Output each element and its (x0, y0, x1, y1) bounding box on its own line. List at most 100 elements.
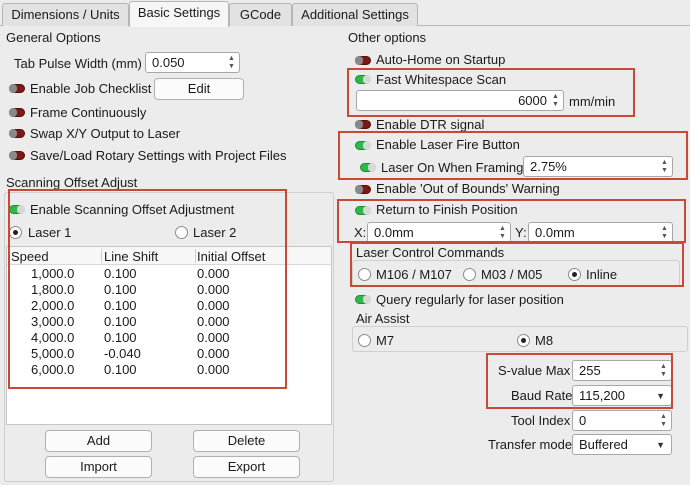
auto-home-label: Auto-Home on Startup (376, 52, 506, 67)
whitespace-speed-value: 6000 (518, 93, 547, 108)
swap-xy-toggle[interactable] (9, 129, 25, 138)
transfer-mode-value: Buffered (579, 437, 628, 452)
tool-index-label: Tool Index (511, 413, 571, 428)
return-finish-toggle[interactable] (355, 206, 371, 215)
tab-pulse-value: 0.050 (152, 55, 185, 70)
y-position-spinner[interactable]: ▲ ▼ (659, 223, 671, 242)
y-label: Y: (515, 225, 527, 240)
x-position-value: 0.0mm (374, 225, 414, 240)
baud-rate-select[interactable]: 115,200 ▼ (572, 385, 672, 406)
tab-dimensions-units[interactable]: Dimensions / Units (2, 3, 129, 27)
tool-index-input[interactable]: 0 ▲ ▼ (572, 410, 672, 431)
laser-on-framing-toggle[interactable] (360, 163, 376, 172)
column-header-line-shift[interactable]: Line Shift (104, 249, 158, 264)
laser-on-framing-value: 2.75% (530, 159, 567, 174)
query-position-toggle[interactable] (355, 295, 371, 304)
speed-cell: 2,000.0 (31, 298, 75, 313)
tab-pulse-input[interactable]: 0.050 ▲ ▼ (145, 52, 240, 73)
tab-label: GCode (239, 7, 282, 22)
s-value-max-label: S-value Max (498, 363, 571, 378)
scanning-offset-title: Scanning Offset Adjust (6, 175, 138, 190)
initial-offset-cell: 0.000 (197, 362, 230, 377)
scanning-offset-table[interactable]: Speed Line Shift Initial Offset 1,000.0 … (6, 246, 332, 425)
tab-bar: Dimensions / Units Basic Settings GCode … (0, 0, 690, 27)
s-value-max-spinner[interactable]: ▲ ▼ (658, 361, 670, 380)
add-button[interactable]: Add (45, 430, 152, 452)
laser1-radio[interactable] (9, 226, 22, 239)
m8-label: M8 (535, 333, 554, 348)
laser-on-framing-spinner[interactable]: ▲ ▼ (659, 157, 671, 176)
speed-cell: 1,800.0 (31, 282, 75, 297)
laser-fire-toggle[interactable] (355, 141, 371, 150)
speed-cell: 6,000.0 (31, 362, 75, 377)
baud-rate-label: Baud Rate (511, 388, 573, 403)
speed-cell: 1,000.0 (31, 266, 75, 281)
column-header-initial-offset[interactable]: Initial Offset (197, 249, 265, 264)
x-position-input[interactable]: 0.0mm ▲ ▼ (367, 222, 511, 243)
spin-down-icon: ▼ (660, 421, 667, 428)
scanning-offset-enable-label: Enable Scanning Offset Adjustment (30, 202, 235, 217)
whitespace-speed-input[interactable]: 6000 ▲ ▼ (356, 90, 564, 111)
tab-additional-settings[interactable]: Additional Settings (292, 3, 418, 27)
dtr-signal-toggle[interactable] (355, 120, 371, 129)
spin-down-icon: ▼ (660, 371, 667, 378)
spin-down-icon: ▼ (661, 233, 668, 240)
transfer-mode-label: Transfer mode (488, 437, 573, 452)
m7-label: M7 (376, 333, 395, 348)
laser-fire-label: Enable Laser Fire Button (376, 137, 520, 152)
initial-offset-cell: 0.000 (197, 330, 230, 345)
job-checklist-toggle[interactable] (9, 84, 25, 93)
tab-label: Basic Settings (137, 5, 221, 20)
tab-pulse-spinner[interactable]: ▲ ▼ (226, 53, 238, 72)
out-of-bounds-toggle[interactable] (355, 185, 371, 194)
auto-home-toggle[interactable] (355, 56, 371, 65)
x-label: X: (354, 225, 367, 240)
scanning-offset-toggle[interactable] (9, 205, 25, 214)
m03-radio[interactable] (463, 268, 476, 281)
spin-up-icon: ▲ (499, 225, 506, 232)
s-value-max-input[interactable]: 255 ▲ ▼ (572, 360, 672, 381)
other-options-title: Other options (348, 30, 427, 45)
inline-radio[interactable] (568, 268, 581, 281)
spin-down-icon: ▼ (228, 63, 235, 70)
table-header (7, 247, 331, 265)
initial-offset-cell: 0.000 (197, 298, 230, 313)
return-finish-label: Return to Finish Position (376, 202, 518, 217)
import-button[interactable]: Import (45, 456, 152, 478)
m8-radio[interactable] (517, 334, 530, 347)
laser2-radio[interactable] (175, 226, 188, 239)
inline-label: Inline (586, 267, 618, 282)
x-position-spinner[interactable]: ▲ ▼ (497, 223, 509, 242)
m106-label: M106 / M107 (376, 267, 452, 282)
line-shift-cell: 0.100 (104, 282, 137, 297)
m7-radio[interactable] (358, 334, 371, 347)
column-header-speed[interactable]: Speed (11, 249, 49, 264)
laser-on-framing-input[interactable]: 2.75% ▲ ▼ (523, 156, 673, 177)
whitespace-unit-label: mm/min (569, 94, 616, 109)
rotary-settings-label: Save/Load Rotary Settings with Project F… (30, 148, 287, 163)
air-assist-title: Air Assist (356, 311, 410, 326)
spin-up-icon: ▲ (660, 413, 667, 420)
speed-cell: 4,000.0 (31, 330, 75, 345)
edit-button[interactable]: Edit (154, 78, 244, 100)
chevron-down-icon: ▼ (656, 440, 665, 450)
export-button[interactable]: Export (193, 456, 300, 478)
job-checklist-label: Enable Job Checklist (30, 81, 152, 96)
whitespace-speed-spinner[interactable]: ▲ ▼ (550, 91, 562, 110)
y-position-input[interactable]: 0.0mm ▲ ▼ (528, 222, 673, 243)
tab-gcode[interactable]: GCode (229, 3, 292, 27)
spin-up-icon: ▲ (661, 225, 668, 232)
spin-up-icon: ▲ (228, 55, 235, 62)
transfer-mode-select[interactable]: Buffered ▼ (572, 434, 672, 455)
frame-continuously-toggle[interactable] (9, 108, 25, 117)
delete-button[interactable]: Delete (193, 430, 300, 452)
rotary-settings-toggle[interactable] (9, 151, 25, 160)
m106-radio[interactable] (358, 268, 371, 281)
dtr-signal-label: Enable DTR signal (376, 117, 485, 132)
tab-basic-settings[interactable]: Basic Settings (129, 1, 229, 27)
tool-index-spinner[interactable]: ▲ ▼ (658, 411, 670, 430)
fast-whitespace-toggle[interactable] (355, 75, 371, 84)
laser-on-framing-label: Laser On When Framing (381, 160, 524, 175)
query-position-label: Query regularly for laser position (376, 292, 564, 307)
m03-label: M03 / M05 (481, 267, 543, 282)
